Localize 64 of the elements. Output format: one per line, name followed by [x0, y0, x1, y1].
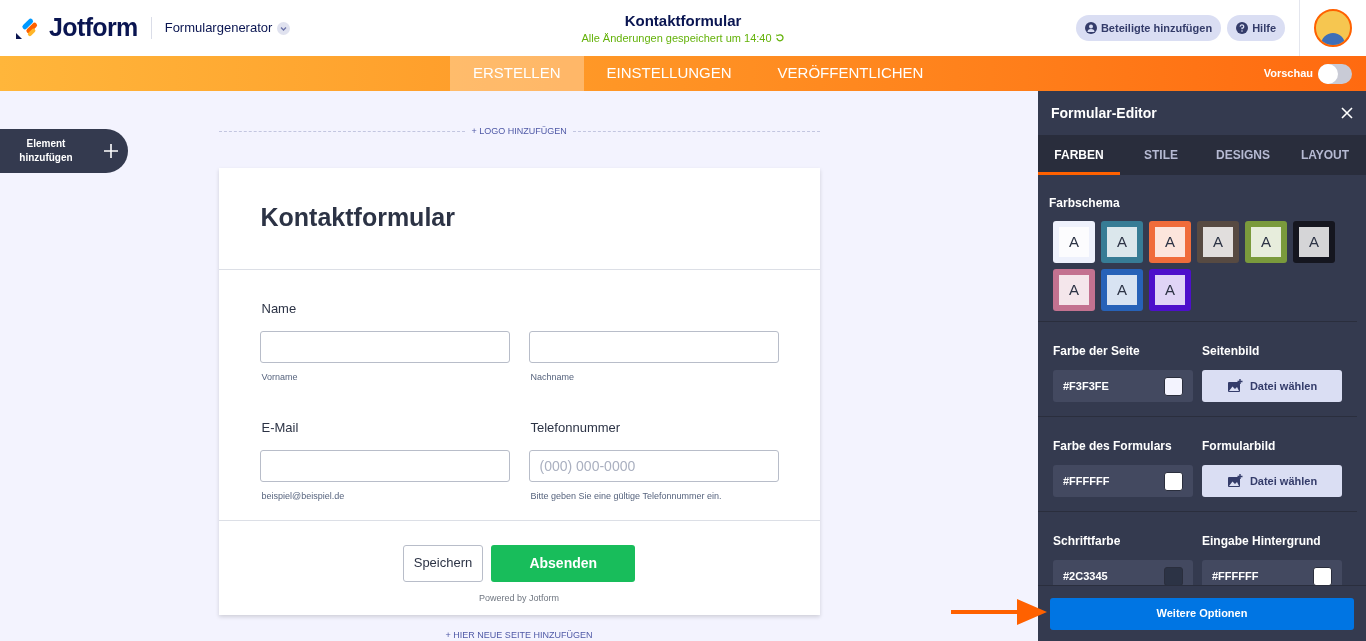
powered-by-text: Powered by Jotform	[478, 591, 559, 605]
color-scheme-swatch[interactable]: A	[1149, 221, 1191, 263]
more-options-button[interactable]: Weitere Optionen	[1050, 597, 1354, 630]
caret-icon	[277, 21, 291, 35]
help-button[interactable]: Hilfe	[1227, 15, 1285, 41]
color-scheme-swatch[interactable]: A	[1101, 221, 1143, 263]
add-page-link[interactable]: + HIER NEUE SEITE HINZUFÜGEN	[445, 629, 593, 641]
field-sublabel: beispiel@beispiel.de	[260, 490, 346, 503]
image-add-icon	[1226, 474, 1243, 488]
input-field[interactable]	[259, 450, 510, 482]
save-status: Alle Änderungen gespeichert um 14:40	[581, 31, 772, 45]
field-sublabel: Vorname	[260, 370, 299, 384]
color-scheme-swatch[interactable]: A	[1197, 221, 1239, 263]
refresh-icon	[774, 33, 785, 43]
setting-label: Farbe der Seite	[1053, 343, 1141, 360]
setting-label: Formularbild	[1202, 438, 1277, 455]
field-label: Name	[260, 299, 298, 318]
brand-name: Jotform	[49, 12, 138, 44]
field-label: Telefonnummer	[529, 419, 622, 437]
input-field[interactable]	[528, 330, 779, 363]
panel-tab[interactable]: LAYOUT	[1284, 135, 1366, 175]
color-field[interactable]: #FFFFFF	[1053, 465, 1193, 497]
color-scheme-swatch[interactable]: A	[1245, 221, 1287, 263]
input-field[interactable]: (000) 000-0000	[528, 450, 779, 482]
setting-label: Seitenbild	[1202, 343, 1261, 360]
color-scheme-swatch[interactable]: A	[1053, 269, 1095, 311]
field-label: E-Mail	[260, 419, 300, 437]
color-scheme-swatch[interactable]: A	[1053, 221, 1095, 263]
add-logo-link[interactable]: + LOGO HINZUFÜGEN	[465, 125, 573, 139]
add-element-button[interactable]: Element hinzufügen	[0, 129, 128, 173]
preview-toggle[interactable]	[1318, 63, 1352, 84]
close-button[interactable]	[1341, 107, 1353, 119]
color-field[interactable]: #F3F3FE	[1053, 370, 1193, 402]
section-label: Farbschema	[1049, 195, 1121, 212]
field-sublabel: Nachname	[529, 370, 576, 384]
color-field[interactable]: #2C3345	[1053, 560, 1193, 585]
choose-file-button[interactable]: Datei wählen	[1202, 370, 1342, 402]
setting-label: Eingabe Hintergrund	[1202, 533, 1322, 550]
help-icon	[1236, 22, 1249, 34]
panel-title: Formular-Editor	[1051, 103, 1157, 123]
setting-label: Farbe des Formulars	[1053, 438, 1173, 455]
panel-tab[interactable]: STILE	[1120, 135, 1202, 175]
setting-label: Schriftfarbe	[1053, 533, 1122, 550]
close-icon	[1341, 107, 1353, 119]
color-scheme-swatch[interactable]: A	[1149, 269, 1191, 311]
image-add-icon	[1226, 379, 1243, 393]
add-participants-button[interactable]: Beteiligte hinzufügen	[1075, 15, 1222, 41]
color-scheme-swatch[interactable]: A	[1101, 269, 1143, 311]
input-field[interactable]	[259, 330, 510, 363]
plus-icon	[103, 143, 119, 159]
form-heading: Kontaktformular	[260, 202, 455, 234]
preview-label: Vorschau	[1263, 66, 1313, 82]
save-button[interactable]: Speichern	[402, 544, 484, 582]
panel-tab[interactable]: DESIGNS	[1202, 135, 1284, 175]
color-scheme-swatch[interactable]: A	[1293, 221, 1335, 263]
app-menu[interactable]: Formulargenerator	[164, 18, 291, 38]
form-title: Kontaktformular	[624, 11, 742, 31]
panel-tab[interactable]: FARBEN	[1038, 135, 1120, 175]
user-avatar[interactable]	[1314, 9, 1352, 47]
color-field[interactable]: #FFFFFF	[1202, 560, 1342, 585]
logo-icon	[15, 16, 39, 40]
person-icon	[1084, 22, 1097, 34]
choose-file-button[interactable]: Datei wählen	[1202, 465, 1342, 497]
field-sublabel: Bitte geben Sie eine gültige Telefonnummer ein.	[529, 490, 723, 503]
